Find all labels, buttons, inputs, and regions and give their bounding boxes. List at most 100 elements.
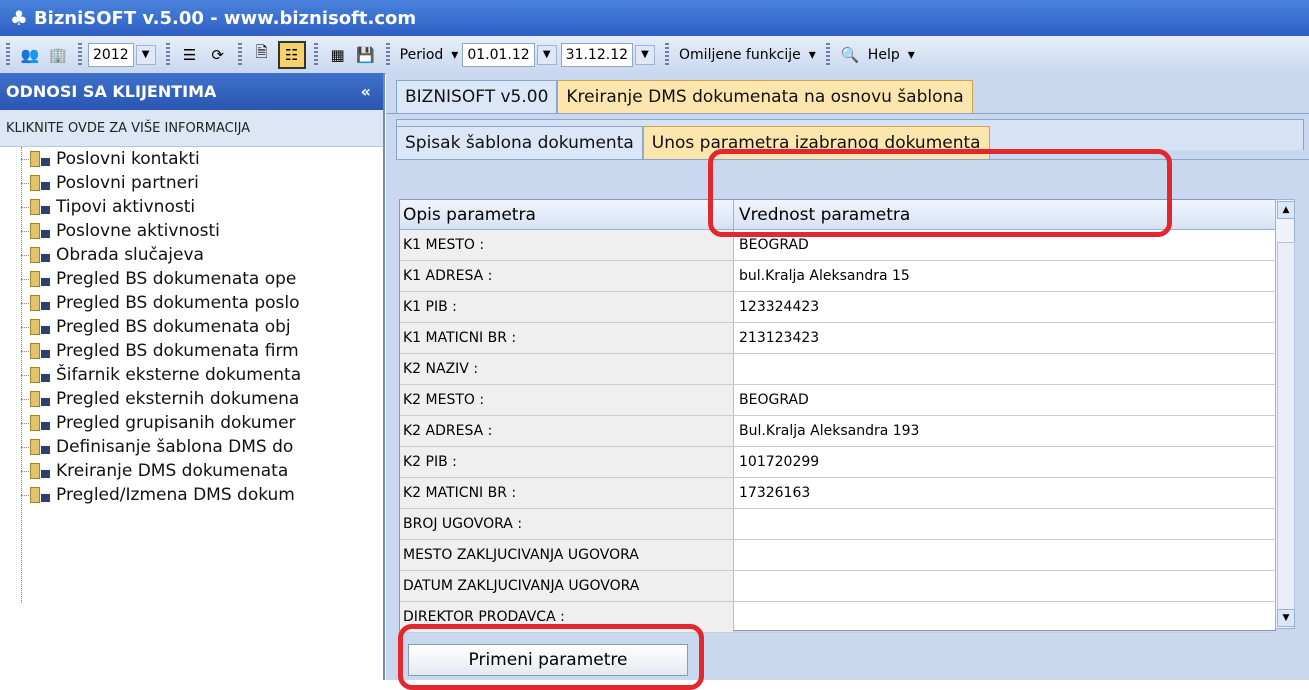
date-to-dropdown-icon[interactable]: ▼ xyxy=(635,44,656,65)
tab-template-list[interactable]: Spisak šablona dokumenta xyxy=(396,126,643,159)
sidebar-item[interactable]: Pregled BS dokumenata firm xyxy=(0,339,383,363)
parameter-value-cell[interactable]: 17326163 xyxy=(734,478,1275,508)
help-menu[interactable]: Help xyxy=(868,47,900,63)
window-title: BizniSOFT v.5.00 - www.biznisoft.com xyxy=(33,7,417,29)
sidebar-item[interactable]: Pregled grupisanih dokumer xyxy=(0,411,383,435)
main-tab-strip: BIZNISOFT v5.00 Kreiranje DMS dokumenata… xyxy=(386,73,1309,114)
period-label[interactable]: Period xyxy=(400,47,444,63)
sidebar-item[interactable]: Obrada slučajeva xyxy=(0,243,383,267)
parameter-label: K1 MESTO : xyxy=(400,230,734,260)
toolbar-grip xyxy=(78,42,82,67)
parameter-value-cell[interactable]: bul.Kralja Aleksandra 15 xyxy=(734,261,1275,291)
sidebar-item[interactable]: Poslovne aktivnosti xyxy=(0,219,383,243)
column-header-value[interactable]: Vrednost parametra xyxy=(734,200,1275,229)
building-icon[interactable]: 🏢 xyxy=(46,43,70,67)
sidebar-item[interactable]: Pregled BS dokumenata obj xyxy=(0,315,383,339)
chevron-down-icon[interactable]: ▾ xyxy=(809,47,816,63)
table-row: DATUM ZAKLJUCIVANJA UGOVORA xyxy=(400,571,1275,602)
sidebar-item[interactable]: Poslovni partneri xyxy=(0,171,383,195)
parameter-label: K1 MATICNI BR : xyxy=(400,323,734,353)
save-icon[interactable]: 💾 xyxy=(354,43,378,67)
parameter-value-cell[interactable]: Bul.Kralja Aleksandra 193 xyxy=(734,416,1275,446)
chevron-down-icon[interactable]: ▾ xyxy=(908,47,915,63)
parameter-value-cell[interactable] xyxy=(734,354,1275,384)
parameter-value-cell[interactable] xyxy=(734,540,1275,570)
favorites-menu[interactable]: Omiljene funkcije xyxy=(679,47,801,63)
parameter-value-cell[interactable] xyxy=(734,571,1275,601)
sidebar-item-label: Kreiranje DMS dokumenata xyxy=(56,461,289,481)
parameter-label: BROJ UGOVORA : xyxy=(400,509,734,539)
apply-parameters-button[interactable]: Primeni parametre xyxy=(408,644,688,676)
parameter-label: K2 MESTO : xyxy=(400,385,734,415)
parameter-value-cell[interactable]: BEOGRAD xyxy=(734,385,1275,415)
parameter-label: K1 PIB : xyxy=(400,292,734,322)
sidebar-tree: Poslovni kontakti Poslovni partneri Tipo… xyxy=(0,147,383,603)
sidebar-item-label: Pregled BS dokumenata obj xyxy=(56,317,291,337)
parameter-value-cell[interactable]: 101720299 xyxy=(734,447,1275,477)
parameter-value-cell[interactable]: 123324423 xyxy=(734,292,1275,322)
table-row: K2 ADRESA : Bul.Kralja Aleksandra 193 xyxy=(400,416,1275,447)
table-row: K1 ADRESA : bul.Kralja Aleksandra 15 xyxy=(400,261,1275,292)
tab-parameter-input[interactable]: Unos parametra izabranog dokumenta xyxy=(642,126,990,159)
list-icon[interactable]: ☰ xyxy=(178,43,202,67)
grid-scrollbar[interactable]: ▲ ▼ xyxy=(1275,199,1295,629)
table-row: DIREKTOR PRODAVCA : xyxy=(400,602,1275,633)
sidebar-header: ODNOSI SA KLIJENTIMA « xyxy=(0,73,383,110)
sidebar-item[interactable]: Definisanje šablona DMS do xyxy=(0,435,383,459)
parameter-value-cell[interactable]: BEOGRAD xyxy=(734,230,1275,260)
tab-dms-create[interactable]: Kreiranje DMS dokumenata na osnovu šablo… xyxy=(557,80,973,113)
parameter-value-cell[interactable] xyxy=(734,602,1275,632)
sidebar-item-label: Poslovni partneri xyxy=(56,173,199,193)
calculator-icon[interactable]: ▦ xyxy=(326,43,350,67)
year-dropdown-icon[interactable]: ▼ xyxy=(135,44,156,65)
date-from-dropdown-icon[interactable]: ▼ xyxy=(536,44,557,65)
sidebar-item-label: Pregled BS dokumenata ope xyxy=(56,269,297,289)
column-header-description[interactable]: Opis parametra xyxy=(400,200,734,229)
date-to-field[interactable]: 31.12.12 xyxy=(560,42,634,67)
parameter-label: MESTO ZAKLJUCIVANJA UGOVORA xyxy=(400,540,734,570)
form-icon[interactable]: ☷ xyxy=(277,40,306,69)
title-bar: ♣ BizniSOFT v.5.00 - www.biznisoft.com xyxy=(0,0,1309,36)
help-search-icon[interactable]: 🔍 xyxy=(838,43,862,67)
year-select[interactable]: 2012 xyxy=(88,42,134,67)
parameter-label: K2 NAZIV : xyxy=(400,354,734,384)
chevron-down-icon[interactable]: ▾ xyxy=(451,47,458,63)
sidebar-item-label: Pregled grupisanih dokumer xyxy=(56,413,296,433)
sidebar-item[interactable]: Pregled/Izmena DMS dokum xyxy=(0,483,383,507)
parameter-label: K2 ADRESA : xyxy=(400,416,734,446)
tab-home[interactable]: BIZNISOFT v5.00 xyxy=(396,80,558,113)
module-icon xyxy=(30,247,50,263)
parameter-label: DIREKTOR PRODAVCA : xyxy=(400,602,734,632)
sidebar-item[interactable]: Kreiranje DMS dokumenata xyxy=(0,459,383,483)
date-from-field[interactable]: 01.01.12 xyxy=(462,42,535,67)
table-row: K2 MATICNI BR :17326163 xyxy=(400,478,1275,509)
users-icon[interactable]: 👥 xyxy=(18,43,42,67)
scroll-down-icon[interactable]: ▼ xyxy=(1277,609,1295,627)
module-icon xyxy=(30,223,50,239)
table-row: K2 MESTO : BEOGRAD xyxy=(400,385,1275,416)
parameter-label: DATUM ZAKLJUCIVANJA UGOVORA xyxy=(400,571,734,601)
module-icon xyxy=(30,295,50,311)
sidebar: ODNOSI SA KLIJENTIMA « KLIKNITE OVDE ZA … xyxy=(0,73,385,680)
sidebar-item[interactable]: Pregled eksternih dokumena xyxy=(0,387,383,411)
sidebar-item[interactable]: Pregled BS dokumenta poslo xyxy=(0,291,383,315)
toolbar-grip xyxy=(665,42,670,67)
search-doc-icon[interactable]: 🗎 xyxy=(250,43,274,67)
module-icon xyxy=(30,439,50,455)
parameter-value-cell[interactable] xyxy=(734,509,1275,539)
parameter-value-cell[interactable]: 213123423 xyxy=(734,323,1275,353)
refresh-icon[interactable]: ⟳ xyxy=(206,43,230,67)
sidebar-item[interactable]: Šifarnik eksterne dokumenta xyxy=(0,363,383,387)
sidebar-item[interactable]: Pregled BS dokumenata ope xyxy=(0,267,383,291)
app-logo-icon: ♣ xyxy=(10,6,28,30)
collapse-icon[interactable]: « xyxy=(361,82,371,101)
parameter-grid: Opis parametra Vrednost parametra K1 MES… xyxy=(399,199,1276,633)
scroll-up-icon[interactable]: ▲ xyxy=(1277,201,1295,219)
sidebar-info-link[interactable]: KLIKNITE OVDE ZA VIŠE INFORMACIJA xyxy=(0,110,383,147)
sidebar-item[interactable]: Poslovni kontakti xyxy=(0,147,383,171)
sidebar-item-label: Pregled BS dokumenta poslo xyxy=(56,293,300,313)
sidebar-item[interactable]: Tipovi aktivnosti xyxy=(0,195,383,219)
scroll-thumb[interactable] xyxy=(1277,242,1295,614)
sidebar-item-label: Definisanje šablona DMS do xyxy=(56,437,294,457)
toolbar-grip xyxy=(825,42,830,67)
